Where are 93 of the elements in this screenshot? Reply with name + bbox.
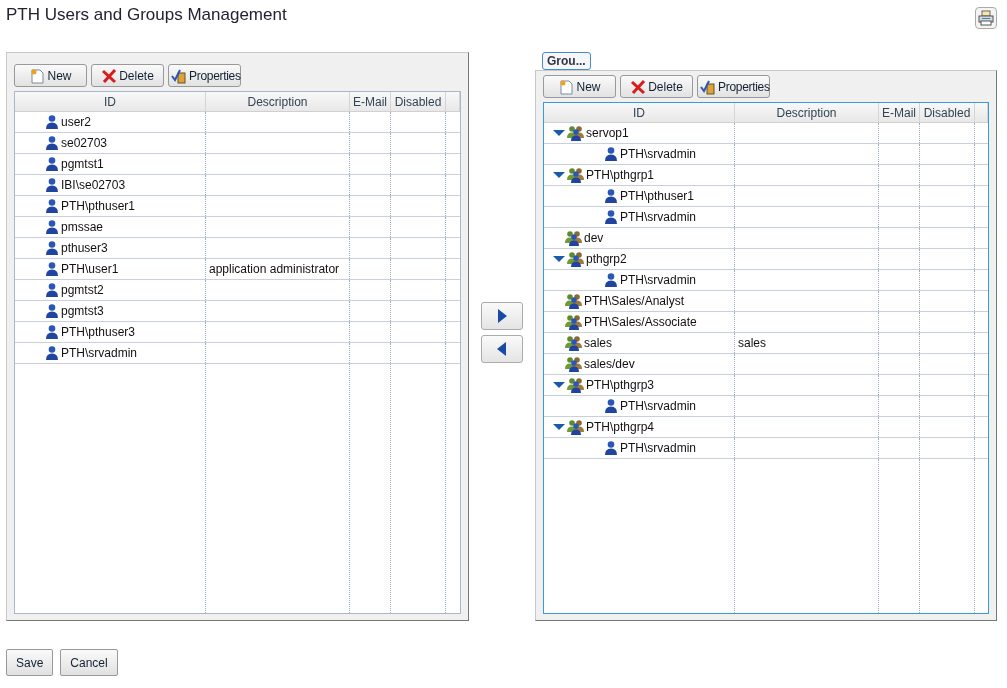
tree-item[interactable]: PTH\pthuser1	[544, 186, 735, 206]
column-header[interactable]: Disabled	[920, 103, 975, 122]
user-icon	[44, 177, 60, 193]
expanded-triangle-icon[interactable]	[553, 253, 565, 265]
user-icon	[603, 209, 619, 225]
group-icon	[565, 230, 583, 246]
properties-button[interactable]: Properties	[697, 75, 770, 98]
column-header[interactable]: E-Mail	[879, 103, 920, 122]
printer-icon	[978, 10, 994, 26]
tree-item[interactable]: PTH\srvadmin	[544, 438, 735, 458]
table-cell[interactable]: pmssae	[15, 217, 206, 237]
table-cell[interactable]: PTH\user1	[15, 259, 206, 279]
table-cell[interactable]: PTH\pthuser3	[15, 322, 206, 342]
user-icon	[603, 440, 619, 456]
user-icon	[44, 261, 60, 277]
expanded-triangle-icon[interactable]	[553, 169, 565, 181]
table-cell: application administrator	[209, 262, 340, 276]
tree-item[interactable]: PTH\pthgrp3	[544, 375, 735, 395]
expanded-triangle-icon[interactable]	[553, 421, 565, 433]
user-icon	[44, 156, 60, 172]
properties-button[interactable]: Properties	[168, 64, 241, 87]
column-header[interactable]: Description	[206, 92, 350, 111]
user-icon	[44, 303, 60, 319]
table-cell: sales	[738, 336, 766, 350]
group-icon	[567, 377, 585, 393]
tree-item[interactable]: PTH\Sales/Analyst	[544, 291, 735, 311]
table-cell[interactable]: PTH\pthuser1	[15, 196, 206, 216]
table-cell[interactable]: user2	[15, 112, 206, 132]
tree-item[interactable]: PTH\srvadmin	[544, 396, 735, 416]
tree-item[interactable]: PTH\Sales/Associate	[544, 312, 735, 332]
delete-button[interactable]: Delete	[620, 75, 693, 98]
column-header[interactable]: E-Mail	[350, 92, 391, 111]
groups-tab[interactable]: Grou...	[542, 52, 591, 70]
expanded-triangle-icon[interactable]	[553, 127, 565, 139]
table-cell[interactable]: pgmtst3	[15, 301, 206, 321]
print-button[interactable]	[975, 7, 997, 29]
table-cell[interactable]: IBI\se02703	[15, 175, 206, 195]
tree-item[interactable]: pthgrp2	[544, 249, 735, 269]
tree-item[interactable]: PTH\srvadmin	[544, 207, 735, 227]
tree-item[interactable]: PTH\pthgrp4	[544, 417, 735, 437]
group-icon	[567, 125, 585, 141]
user-icon	[44, 324, 60, 340]
user-icon	[44, 135, 60, 151]
group-icon	[565, 314, 583, 330]
user-icon	[44, 219, 60, 235]
user-icon	[44, 345, 60, 361]
tree-item[interactable]: PTH\pthgrp1	[544, 165, 735, 185]
delete-button[interactable]: Delete	[91, 64, 164, 87]
new-button[interactable]: New	[543, 75, 616, 98]
group-icon	[567, 419, 585, 435]
cancel-button[interactable]: Cancel	[60, 649, 118, 676]
remove-button[interactable]	[481, 335, 523, 363]
new-document-icon	[29, 67, 46, 84]
add-button[interactable]	[481, 302, 523, 330]
column-header[interactable]: ID	[15, 92, 206, 111]
x-icon	[101, 67, 118, 84]
user-icon	[603, 188, 619, 204]
properties-icon	[700, 78, 716, 95]
column-header[interactable]: Description	[735, 103, 879, 122]
group-icon	[565, 293, 583, 309]
column-header[interactable]: ID	[544, 103, 735, 122]
user-icon	[44, 198, 60, 214]
tree-item[interactable]: PTH\srvadmin	[544, 270, 735, 290]
user-icon	[44, 114, 60, 130]
user-icon	[44, 282, 60, 298]
user-icon	[603, 398, 619, 414]
tree-item[interactable]: servop1	[544, 123, 735, 143]
tree-item[interactable]: sales/dev	[544, 354, 735, 374]
table-cell[interactable]: pgmtst2	[15, 280, 206, 300]
group-icon	[567, 251, 585, 267]
user-icon	[603, 272, 619, 288]
group-icon	[565, 356, 583, 372]
properties-icon	[171, 67, 187, 84]
page-title: PTH Users and Groups Management	[6, 5, 287, 25]
table-cell[interactable]: PTH\srvadmin	[15, 343, 206, 363]
right-triangle-icon	[497, 309, 507, 323]
tree-item[interactable]: sales	[544, 333, 735, 353]
table-cell[interactable]: pgmtst1	[15, 154, 206, 174]
new-document-icon	[558, 78, 575, 95]
x-icon	[630, 78, 647, 95]
expanded-triangle-icon[interactable]	[553, 379, 565, 391]
group-icon	[565, 335, 583, 351]
new-button[interactable]: New	[14, 64, 87, 87]
table-cell[interactable]: se02703	[15, 133, 206, 153]
group-icon	[567, 167, 585, 183]
left-triangle-icon	[497, 342, 507, 356]
user-icon	[44, 240, 60, 256]
table-cell[interactable]: pthuser3	[15, 238, 206, 258]
user-icon	[603, 146, 619, 162]
tree-item[interactable]: PTH\srvadmin	[544, 144, 735, 164]
save-button[interactable]: Save	[6, 649, 54, 676]
tree-item[interactable]: dev	[544, 228, 735, 248]
column-header[interactable]: Disabled	[391, 92, 446, 111]
